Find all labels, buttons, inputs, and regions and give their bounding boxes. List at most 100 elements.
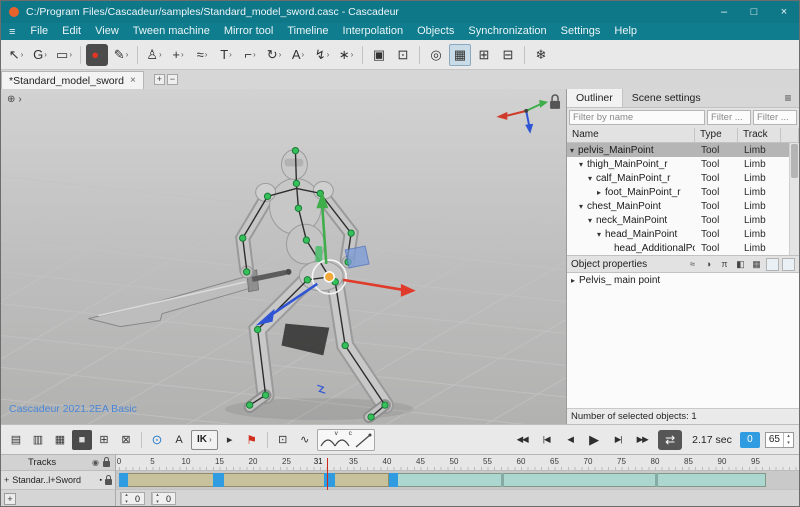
loop-toggle-button[interactable]: ⇄ [658, 430, 682, 450]
box-select-tool[interactable]: ▭ › [53, 44, 75, 66]
calf_MainPoint_r[interactable]: ▾calf_MainPoint_r Tool Limb [567, 171, 799, 185]
outliner-scrollbar[interactable] [789, 143, 799, 255]
viewport-3d[interactable]: ⊕ › Cascadeur 2021.2EA Basic [1, 89, 567, 424]
track-expander-icon[interactable]: + [4, 475, 9, 485]
close-button[interactable]: × [769, 1, 799, 23]
toolbar-button[interactable]: › [362, 46, 363, 64]
blue-plane-handle[interactable] [345, 246, 369, 268]
viewport-shade-button[interactable]: ■ [72, 430, 92, 450]
prop-toggle-button-2[interactable] [782, 258, 795, 271]
timeline-ruler[interactable]: 051015202535404550556065707580859095 [116, 455, 799, 471]
copy-layers-tool[interactable]: ⊞ › [473, 44, 495, 66]
visibility-icon[interactable]: ◉ [92, 458, 99, 467]
flag-button[interactable]: ⚑ [242, 430, 262, 450]
physics-point-tool[interactable]: ❄ › [530, 44, 552, 66]
add-interval-button[interactable]: ⊞ [94, 430, 114, 450]
frame-camera-tool[interactable]: ⊡ › [392, 44, 414, 66]
play-button[interactable]: ▶ [583, 430, 605, 450]
curves-panel-button[interactable]: ▥ [28, 430, 48, 450]
pelvis_MainPoint[interactable]: ▾pelvis_MainPoint Tool Limb [567, 143, 799, 157]
frame-spinner[interactable]: 0 [120, 492, 145, 505]
menu-item[interactable]: Mirror tool [217, 23, 281, 40]
expander-icon[interactable]: ▾ [570, 146, 578, 155]
menu-icon[interactable]: ≡ [1, 26, 23, 38]
green-handle[interactable] [315, 246, 322, 262]
step-back-button[interactable]: ◀ [559, 430, 581, 450]
grid-icon[interactable]: ▦ [750, 259, 763, 270]
track-lane[interactable] [116, 471, 799, 490]
chest_MainPoint[interactable]: ▾chest_MainPoint Tool Limb [567, 199, 799, 213]
keyframe-marker[interactable] [389, 473, 398, 487]
track-row-header[interactable]: + Standar..l+Sword ▪ [1, 471, 116, 490]
lock-icon[interactable] [103, 461, 110, 467]
secondary-motion-tool[interactable]: ∗ › [335, 44, 357, 66]
toolbar-button[interactable]: › [524, 46, 525, 64]
zoom-out-button[interactable]: − [167, 74, 178, 85]
minimize-button[interactable]: – [709, 1, 739, 23]
expander-icon[interactable]: ▸ [571, 276, 575, 285]
playhead[interactable]: 31 [327, 458, 328, 490]
tab-close-icon[interactable]: × [130, 75, 136, 86]
prop-toggle-button-1[interactable] [766, 258, 779, 271]
frame-spinner[interactable]: 0 [151, 492, 176, 505]
expander-icon[interactable]: ▾ [588, 174, 596, 183]
edit-interval-button[interactable]: ⊠ [116, 430, 136, 450]
toolbar-button[interactable]: › [137, 46, 138, 64]
filter-name-input[interactable] [569, 110, 705, 125]
menu-item[interactable]: Help [607, 23, 644, 40]
draw-tool[interactable]: ✎ › [110, 44, 132, 66]
viewport-nav-chevron-icon[interactable]: › [18, 94, 21, 105]
pi-icon[interactable]: π [718, 259, 731, 269]
menu-item[interactable]: Settings [554, 23, 608, 40]
text-tool[interactable]: T › [215, 44, 237, 66]
zoom-in-button[interactable]: + [154, 74, 165, 85]
anim-toolbar-button[interactable] [141, 432, 142, 448]
property-item-row[interactable]: ▸ Pelvis_ main point [567, 273, 799, 288]
autokey-button[interactable]: A [169, 430, 189, 450]
play-flag-button[interactable]: ▸ [220, 430, 240, 450]
interpolation-curve-widget[interactable]: v c [317, 429, 375, 451]
thigh_MainPoint_r[interactable]: ▾thigh_MainPoint_r Tool Limb [567, 157, 799, 171]
menu-item[interactable]: Timeline [280, 23, 335, 40]
group-tool[interactable]: G › [29, 44, 51, 66]
menu-item[interactable]: Interpolation [336, 23, 411, 40]
menu-item[interactable]: View [88, 23, 126, 40]
menu-item[interactable]: File [23, 23, 55, 40]
trajectory-button[interactable]: ∿ [295, 430, 315, 450]
timeline-panel-button[interactable]: ▤ [6, 430, 26, 450]
menu-item[interactable]: Synchronization [461, 23, 553, 40]
neck_MainPoint[interactable]: ▾neck_MainPoint Tool Limb [567, 213, 799, 227]
jump-end-button[interactable]: ▶▶ [631, 430, 653, 450]
camera-lock-icon[interactable] [550, 95, 560, 109]
angle-tool[interactable]: ⌐ › [239, 44, 261, 66]
shading-icon[interactable]: ◑ [702, 259, 715, 269]
jump-start-button[interactable]: |◀ [535, 430, 557, 450]
column-type[interactable]: Type [695, 128, 738, 142]
viewport-nav-icon[interactable]: ⊕ [7, 94, 15, 105]
paste-layers-tool[interactable]: ⊟ › [497, 44, 519, 66]
view-axis-gizmo[interactable] [496, 100, 548, 134]
tab-scene-settings[interactable]: Scene settings [623, 89, 710, 107]
add-track-button[interactable]: + [4, 493, 16, 505]
menu-item[interactable]: Objects [410, 23, 461, 40]
maximize-button[interactable]: □ [739, 1, 769, 23]
physics-tool[interactable]: ≈ › [191, 44, 213, 66]
filter-type-input[interactable] [707, 110, 751, 125]
interval-physics[interactable] [389, 473, 766, 487]
cloth-icon[interactable]: ≈ [686, 259, 699, 269]
head_AdditionalPoint[interactable]: head_AdditionalPoint Tool Limb [567, 241, 799, 255]
mirror-icon[interactable]: ◧ [734, 259, 747, 270]
tab-outliner[interactable]: Outliner [567, 89, 623, 107]
interval-main[interactable] [119, 473, 389, 487]
ik-fk-button[interactable]: IK› [191, 430, 218, 450]
select-tool[interactable]: ↖ › [5, 44, 27, 66]
end-frame-field[interactable]: 65 [765, 432, 794, 448]
grid-snap-tool[interactable]: ▦ › [449, 44, 471, 66]
expander-icon[interactable]: ▾ [579, 202, 587, 211]
expander-icon[interactable]: ▸ [597, 188, 605, 197]
menu-item[interactable]: Tween machine [126, 23, 217, 40]
record-button[interactable]: ● › [86, 44, 108, 66]
interval-divider[interactable] [655, 473, 658, 487]
step-forward-button[interactable]: ▶| [607, 430, 629, 450]
interval-divider[interactable] [501, 473, 504, 487]
